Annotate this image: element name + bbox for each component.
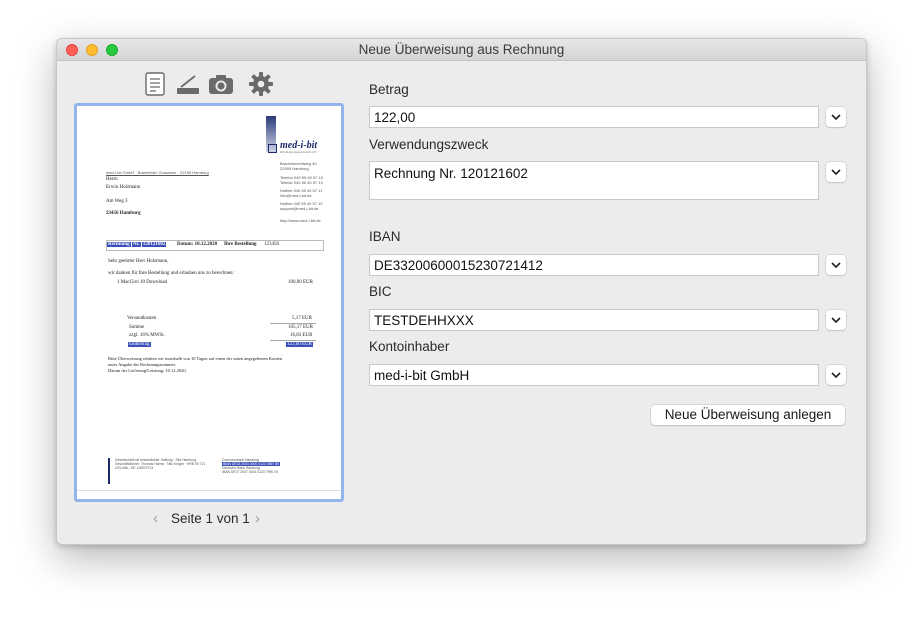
chevron-down-icon — [831, 168, 841, 175]
greeting: Sehr geehrter Herr Holzmann, — [108, 259, 169, 264]
item-line: 1 MacGiro 10 Download — [117, 280, 168, 285]
recipient-line: 23456 Hamburg — [106, 211, 141, 216]
invoice-document: med-i-bit EDV-Beratungsgesellschaft mbH … — [77, 106, 341, 499]
logo-subtitle: EDV-Beratungsgesellschaft mbH — [280, 151, 317, 154]
chevron-down-icon — [831, 316, 841, 323]
ref-datum: Datum: 10.12.2020 — [177, 242, 218, 247]
ref-bestellung: Ihre Bestellung — [224, 242, 257, 247]
iban-label: IBAN — [369, 229, 401, 244]
iban-field[interactable]: DE33200600015230721412 — [369, 254, 819, 276]
betrag-dropdown-button[interactable] — [826, 107, 846, 127]
vat-label: zzgl. 16% MWSt. — [129, 333, 165, 338]
invoice-preview[interactable]: med-i-bit EDV-Beratungsgesellschaft mbH … — [74, 103, 344, 502]
bic-label: BIC — [369, 284, 392, 299]
bic-dropdown-button[interactable] — [826, 310, 846, 330]
previous-page-button[interactable]: ‹ — [153, 510, 158, 527]
iban-dropdown-button[interactable] — [826, 255, 846, 275]
recipient-line: Herrn — [106, 177, 118, 182]
contact-line: info@med-i-bit.de — [280, 193, 312, 198]
page-indicator: Seite 1 von 1 — [171, 511, 250, 526]
contact-line: Telefax 040 55 40 57 13 — [280, 180, 323, 185]
verwendungszweck-label: Verwendungszweck — [369, 137, 489, 152]
document-icon[interactable] — [142, 71, 168, 97]
title-bar: Neue Überweisung aus Rechnung — [57, 39, 866, 61]
window-title: Neue Überweisung aus Rechnung — [358, 42, 565, 57]
bic-field[interactable]: TESTDEHHXXX — [369, 309, 819, 331]
shipping-price: 5,17 EUR — [292, 316, 312, 321]
contact-line: support@med-i-bit.de — [280, 206, 319, 211]
kontoinhaber-dropdown-button[interactable] — [826, 365, 846, 385]
chevron-down-icon — [831, 371, 841, 378]
camera-icon[interactable] — [208, 71, 234, 97]
next-page-button[interactable]: › — [255, 510, 260, 527]
chevron-down-icon — [831, 261, 841, 268]
betrag-field[interactable]: 122,00 — [369, 106, 819, 128]
logo-square — [268, 144, 277, 153]
verwendungszweck-field[interactable]: Rechnung Nr. 120121602 — [369, 161, 819, 200]
logo-name: med-i-bit — [280, 140, 318, 151]
shipping-label: Versandkosten — [127, 316, 157, 321]
recipient-line: Am Weg 3 — [106, 199, 128, 204]
sender-line: med-i-bit GmbH · Bramfelder Chaussee · 2… — [106, 170, 209, 175]
sum-rule — [270, 323, 316, 324]
total-price: 122,00 EUR — [286, 342, 313, 347]
kontoinhaber-label: Kontoinhaber — [369, 339, 450, 354]
item-price: 100,00 EUR — [288, 280, 313, 285]
ref-bestellung-value: 123456 — [264, 242, 279, 247]
recipient-line: Erwin Holzmann — [106, 185, 141, 190]
page-navigator: ‹ Seite 1 von 1 › — [153, 510, 265, 528]
scanner-icon[interactable] — [175, 71, 201, 97]
page-bottom-rule — [77, 490, 341, 491]
chevron-down-icon — [831, 113, 841, 120]
kontoinhaber-field[interactable]: med-i-bit GmbH — [369, 364, 819, 386]
sum-price: 105,17 EUR — [288, 325, 313, 330]
verwendungszweck-dropdown-button[interactable] — [826, 162, 846, 182]
sender-address-2: 22095 Hamburg — [280, 166, 309, 171]
total-rule — [270, 340, 316, 341]
sum-label: Summe — [129, 325, 145, 330]
footer-right-line: IBAN DE07 2007 0024 0123 7990 00 — [222, 470, 278, 474]
ref-nr-value: 120121602 — [141, 242, 167, 247]
footer-mark — [108, 458, 110, 484]
total-label: Endbetrag — [128, 342, 151, 347]
intro: wir danken für Ihre Bestellung und erlau… — [108, 271, 234, 276]
contact-line: http://www.med-i-bit.de — [280, 218, 321, 223]
gear-icon[interactable] — [248, 71, 274, 97]
toolbar — [142, 71, 282, 99]
main-window: Neue Überweisung aus Rechnung med-i-bit … — [56, 38, 867, 545]
ref-nr: Nr. — [131, 242, 141, 247]
delivery-date: Datum der Lieferung/Leistung: 10.12.2020… — [108, 368, 187, 373]
ref-rechnung: Rechnung — [107, 242, 131, 247]
footer-left-line: USt-IdNr.: DE 118970713 — [115, 466, 154, 470]
betrag-label: Betrag — [369, 82, 409, 97]
create-transfer-button[interactable]: Neue Überweisung anlegen — [651, 405, 845, 425]
vat-price: 16,83 EUR — [290, 333, 313, 338]
